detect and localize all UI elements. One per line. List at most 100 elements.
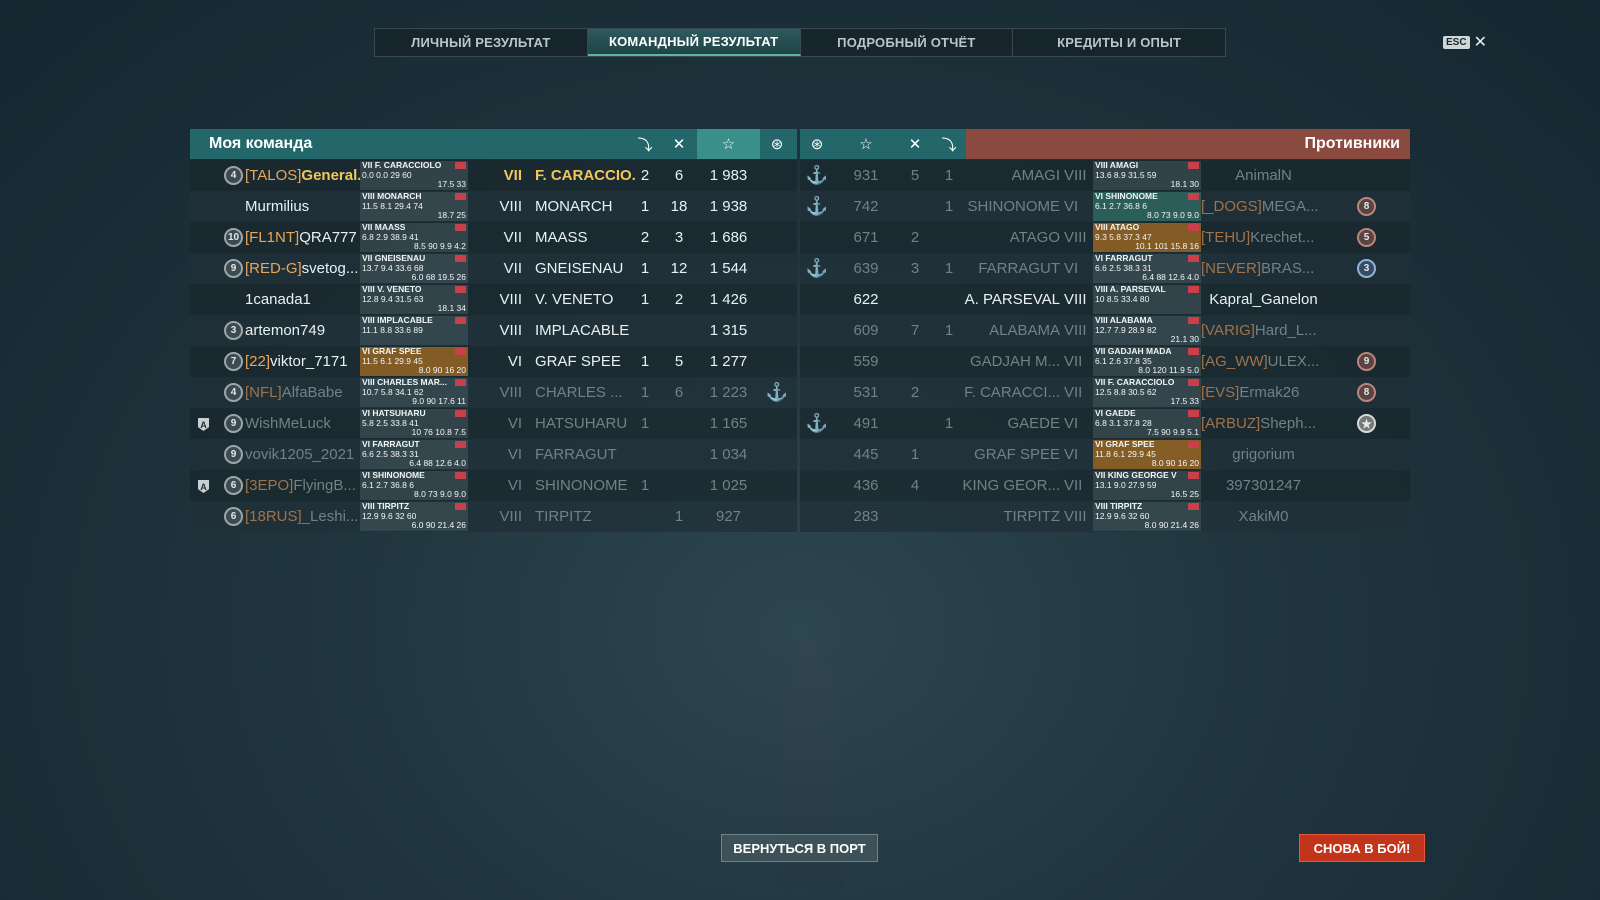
ship-name: KING GEOR...	[962, 477, 1060, 494]
ship-card-stats: 8.0 90 21.4 26	[1144, 520, 1199, 530]
player-row[interactable]: ⚓ 742 1 SHINONOME VI VI SHINONOME 6.1 2.7 36.8…	[800, 191, 1410, 222]
ship-name: AMAGI	[1011, 167, 1060, 184]
player-name-cell: AnimalN	[1201, 160, 1326, 191]
tab-detailed-report[interactable]: ПОДРОБНЫЙ ОТЧЁТ	[801, 29, 1014, 56]
player-row[interactable]: 3 artemon749 VIII IMPLACABLE 11.1 8.8 33.6 …	[190, 315, 797, 346]
player-name: BRAS...	[1261, 260, 1315, 277]
clan-tag: [FL1NT]	[245, 229, 300, 246]
player-row[interactable]: 283 TIRPITZ VIII VIII TIRPITZ 12.9 9.6 32 60…	[800, 501, 1410, 532]
player-row[interactable]: 445 1 GRAF SPEE VI VI GRAF SPEE 11.8 6.1 29.9…	[800, 439, 1410, 470]
player-row[interactable]: 9 [RED-G]svetog... VII GNEISENAU 13.7 9.4 3…	[190, 253, 797, 284]
player-row[interactable]: 10 [FL1NT]QRA777 VII MAASS 6.8 2.9 38.9 41 8…	[190, 222, 797, 253]
base-xp-value: 742	[853, 198, 879, 215]
ship-tier: VI	[507, 415, 522, 432]
base-xp-value: 1 544	[709, 260, 748, 277]
enemy-team-list: ⚓ 931 5 1 AMAGI VIII VIII AMAGI 13.6 8.9 31.5 5…	[800, 160, 1410, 534]
player-row[interactable]: 531 2 F. CARACCI... VII VII F. CARACCIOLO 12.…	[800, 377, 1410, 408]
ship-card-stats: 8.0 90 16 20	[1151, 458, 1199, 468]
nation-flag-icon	[1188, 503, 1199, 510]
player-name: Kapral_Ganelon	[1209, 291, 1318, 308]
player-row[interactable]: A 6 [3EPO]FlyingB... VI SHINONOME 6.1 2.7 36…	[190, 470, 797, 501]
xp-star-icon: ☆	[697, 129, 760, 159]
enemy-team-title: Противники	[1304, 135, 1401, 152]
tab-team-result[interactable]: КОМАНДНЫЙ РЕЗУЛЬТАТ	[587, 29, 801, 56]
anchor-icon	[760, 191, 794, 222]
battle-again-button[interactable]: СНОВА В БОЙ!	[1299, 834, 1425, 862]
clan-tag: [ARBUZ]	[1201, 415, 1261, 432]
service-level-badge: 3	[1357, 259, 1376, 278]
enemy-team-header: ⊛ ☆ ✕ ⤵ Противники	[800, 129, 1410, 159]
player-row[interactable]: 622 A. PARSEVAL VIII VIII A. PARSEVAL 10 8.5…	[800, 284, 1410, 315]
player-name: Ermak26	[1239, 384, 1300, 401]
nation-flag-icon	[1188, 193, 1199, 200]
player-name-cell: 1canada1	[245, 284, 360, 315]
anchor-icon	[800, 315, 834, 346]
player-name: QRA777	[299, 229, 357, 246]
kills-value: 7	[910, 322, 920, 339]
base-xp-value: 531	[853, 384, 879, 401]
anchor-icon: ⚓	[765, 382, 789, 402]
nation-flag-icon	[455, 224, 466, 231]
torpedo-hits-value: 1	[640, 415, 650, 432]
player-name: General...	[301, 167, 360, 184]
tab-credits-xp[interactable]: КРЕДИТЫ И ОПЫТ	[1013, 29, 1225, 56]
ship-card-stats: 8.0 90 16 20	[418, 365, 466, 375]
ship-stats-card: VIII MONARCH 11.5 8.1 29.4 74 18.7 25	[360, 192, 468, 221]
ship-card-stats: 18.1 34	[437, 303, 466, 313]
player-name-cell: [EVS]Ermak26	[1201, 377, 1326, 408]
ship-stats-card: VIII V. VENETO 12.8 9.4 31.5 63 18.1 34	[360, 285, 468, 314]
player-row[interactable]: 1canada1 VIII V. VENETO 12.8 9.4 31.5 63 18…	[190, 284, 797, 315]
ship-tier: VI	[1064, 260, 1079, 277]
ship-tier: VI	[507, 446, 522, 463]
player-row[interactable]: 7 [22]viktor_7171 VI GRAF SPEE 11.5 6.1 29.…	[190, 346, 797, 377]
player-name: Sheph...	[1260, 415, 1317, 432]
player-row[interactable]: 4[TALOS]General...VII F. CARACCIOLO0.0 0…	[190, 160, 797, 191]
player-row[interactable]: A 9 WishMeLuck VI HATSUHARU 5.8 2.5 33.8 41 1…	[190, 408, 797, 439]
player-row[interactable]: ⚓ 931 5 1 AMAGI VIII VIII AMAGI 13.6 8.9 31.5 5…	[800, 160, 1410, 191]
player-row[interactable]: ⚓ 491 1 GAEDE VI VI GAEDE 6.8 3.1 37.8 28 7.5 9…	[800, 408, 1410, 439]
anchor-icon	[760, 160, 794, 191]
kills-value	[662, 408, 696, 439]
player-row[interactable]: Murmilius VIII MONARCH 11.5 8.1 29.4 74 18.…	[190, 191, 797, 222]
player-row[interactable]: 9 vovik1205_2021 VI FARRAGUT 6.6 2.5 38.3 3…	[190, 439, 797, 470]
player-row[interactable]: 6 [18RUS]_Leshi... VIII TIRPITZ 12.9 9.6 32…	[190, 501, 797, 532]
base-xp-value: 1 983	[709, 167, 748, 184]
player-name-cell: [22]viktor_7171	[245, 346, 360, 377]
ship-stats-card: VII F. CARACCIOLO 12.5 8.8 30.5 62 17.5 33	[1093, 378, 1201, 407]
anchor-icon	[760, 346, 794, 377]
player-name: svetog...	[301, 260, 359, 277]
clan-tag: [3EPO]	[245, 477, 294, 494]
tab-personal-result[interactable]: ЛИЧНЫЙ РЕЗУЛЬТАТ	[375, 29, 588, 56]
ship-card-stats: 6.0 90 21.4 26	[411, 520, 466, 530]
kills-value: 5	[674, 353, 684, 370]
player-division-icon: A	[198, 480, 209, 493]
player-row[interactable]: ⚓ 639 3 1 FARRAGUT VI VI FARRAGUT 6.6 2.5 38.3 …	[800, 253, 1410, 284]
player-name-cell: [NFL]AlfaBabe	[245, 377, 360, 408]
nation-flag-icon	[1188, 317, 1199, 324]
ship-card-stats: 18.7 25	[437, 210, 466, 220]
ship-name: FARRAGUT	[978, 260, 1060, 277]
anchor-icon	[800, 470, 834, 501]
nation-flag-icon	[1188, 224, 1199, 231]
return-to-port-button[interactable]: ВЕРНУТЬСЯ В ПОРТ	[721, 834, 878, 862]
xp-star-icon: ☆	[834, 129, 898, 159]
ship-tier: VII	[1064, 477, 1083, 494]
base-xp-value: 1 165	[709, 415, 748, 432]
ship-card-stats: 8.0 73 9.0 9.0	[414, 489, 466, 499]
ship-name: SHINONOME	[967, 198, 1060, 215]
nation-flag-icon	[1188, 472, 1199, 479]
service-level-badge: 6	[224, 507, 243, 526]
ship-card-stats: 11.1 8.8 33.6 89	[362, 324, 423, 335]
ship-card-stats: 18.1 30	[1170, 179, 1199, 189]
player-row[interactable]: 609 7 1 ALABAMA VIII VIII ALABAMA 12.7 7.9 28.…	[800, 315, 1410, 346]
service-level-badge: 10	[224, 228, 243, 247]
ship-stats-card: VI HATSUHARU 5.8 2.5 33.8 41 10 76 10.8 7.…	[360, 409, 468, 438]
player-row[interactable]: 4 [NFL]AlfaBabe VIII CHARLES MAR... 10.7 5.…	[190, 377, 797, 408]
esc-close-button[interactable]: ESC ✕	[1443, 32, 1487, 52]
player-row[interactable]: 671 2 ATAGO VIII VIII ATAGO 9.3 5.8 37.3 47 10…	[800, 222, 1410, 253]
kills-value: 2	[910, 384, 920, 401]
torpedo-hits-value: 1	[640, 260, 650, 277]
player-name: grigorium	[1232, 446, 1295, 463]
player-row[interactable]: 559 GADJAH M... VII VII GADJAH MADA 6.1 2.6 …	[800, 346, 1410, 377]
player-row[interactable]: 436 4 KING GEOR... VII VII KING GEORGE V 13.1…	[800, 470, 1410, 501]
